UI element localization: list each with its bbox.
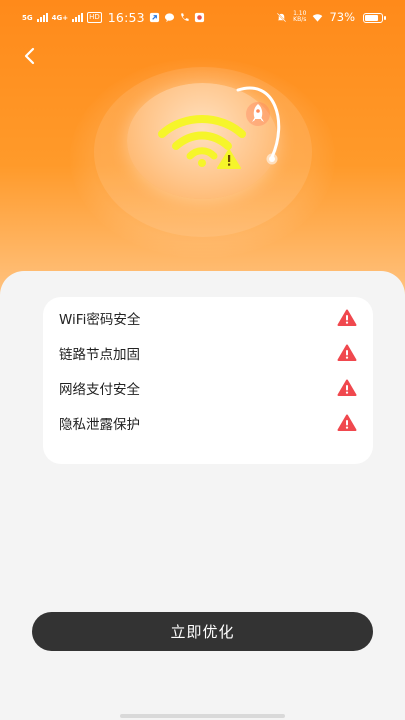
list-item-label: WiFi密码安全	[59, 312, 141, 328]
warning-icon	[337, 414, 357, 431]
network-speed: 1.10 KB/s	[293, 11, 306, 23]
network-speed-unit: KB/s	[293, 16, 307, 23]
clock: 16:53	[107, 10, 145, 25]
list-item-payment: 网络支付安全	[59, 376, 357, 400]
network-label-5g: 5G	[22, 13, 33, 22]
hd-badge: HD	[87, 12, 102, 23]
phone-icon	[180, 13, 189, 21]
battery-icon	[363, 13, 386, 23]
list-item-link-node: 链路节点加固	[59, 341, 357, 365]
status-bar: 5G 4G+ HD 16:53 1.10 KB/s 73%	[0, 0, 405, 36]
home-indicator[interactable]	[120, 714, 285, 718]
network-label-4g: 4G+	[51, 13, 69, 22]
wifi-status-icon	[313, 13, 323, 22]
signal-icon-2	[72, 13, 84, 22]
list-item-label: 网络支付安全	[59, 382, 140, 398]
warning-icon	[337, 379, 357, 396]
battery-percent: 73%	[329, 10, 355, 24]
wifi-warning-icon	[158, 86, 281, 169]
message-icon	[164, 13, 174, 23]
chevron-left-icon[interactable]	[18, 44, 42, 68]
security-check-list: WiFi密码安全 链路节点加固 网络支付安全 隐私泄露保护	[43, 297, 373, 464]
list-item-label: 隐私泄露保护	[59, 417, 140, 433]
signal-icon	[36, 13, 48, 22]
app-notification-icon	[149, 12, 159, 23]
mute-icon	[276, 12, 287, 22]
list-item-label: 链路节点加固	[59, 347, 140, 363]
optimize-now-button[interactable]: 立即优化	[32, 612, 373, 651]
photo-app-icon	[194, 12, 204, 23]
list-item-privacy: 隐私泄露保护	[59, 411, 357, 435]
warning-icon	[337, 344, 357, 361]
list-item-wifi-password: WiFi密码安全	[59, 306, 357, 330]
warning-icon	[337, 309, 357, 326]
